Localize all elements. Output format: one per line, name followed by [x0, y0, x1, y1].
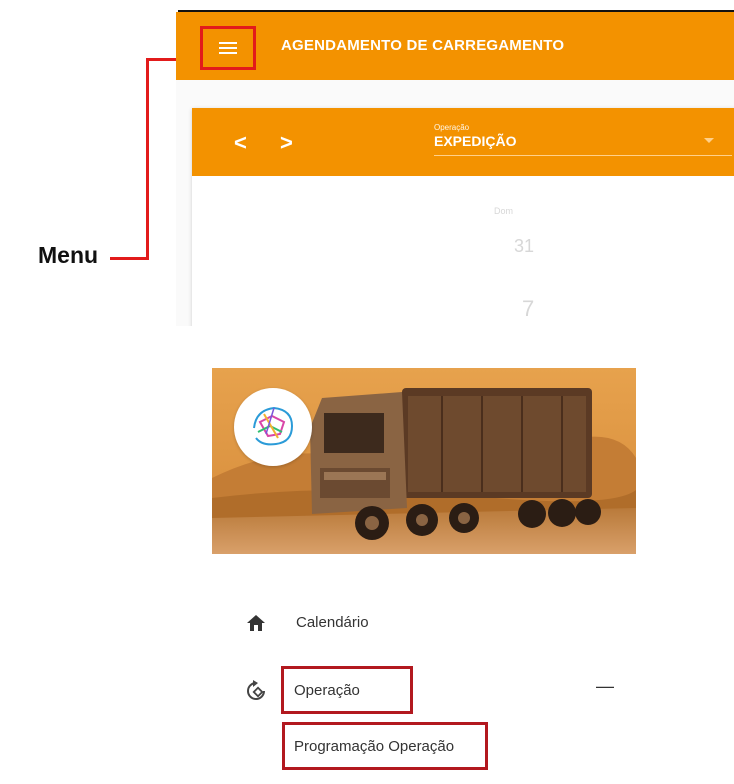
collapse-icon[interactable]: —: [596, 676, 614, 697]
top-fragment: [0, 0, 734, 12]
logo: [234, 388, 312, 466]
menu-button[interactable]: [200, 26, 256, 70]
app-screenshot: AGENDAMENTO DE CARREGAMENTO < > Operação…: [176, 12, 734, 326]
sidebar-subitem-programacao-operacao[interactable]: Programação Operação: [294, 738, 454, 755]
app-title: AGENDAMENTO DE CARREGAMENTO: [281, 37, 565, 54]
next-button[interactable]: >: [280, 130, 293, 156]
brain-logo-icon: [253, 406, 294, 446]
operation-select[interactable]: EXPEDIÇÃO: [434, 133, 516, 149]
prev-button[interactable]: <: [234, 130, 247, 156]
refresh-icon: [247, 680, 265, 700]
menu-annotation-label: Menu: [38, 242, 99, 268]
sidebar-item-operacao[interactable]: Operação: [294, 682, 360, 699]
home-icon: [247, 615, 265, 631]
hamburger-icon: [219, 42, 237, 54]
chevron-down-icon[interactable]: [704, 138, 714, 143]
sidebar-item-calendario[interactable]: Calendário: [296, 614, 369, 631]
annotation-line: [110, 257, 146, 260]
operation-underline: [434, 155, 732, 156]
annotation-line: [146, 58, 176, 61]
faded-day-label: Dom: [494, 206, 514, 216]
operation-label: Operação: [434, 123, 470, 132]
panel-header: < > Operação EXPEDIÇÃO: [192, 108, 734, 176]
faded-day-number: 31: [514, 236, 535, 256]
calendar-panel: < > Operação EXPEDIÇÃO Dom 31 7: [192, 108, 734, 326]
app-bar: AGENDAMENTO DE CARREGAMENTO: [176, 12, 734, 80]
annotation-line: [146, 58, 149, 260]
faded-day-number: 7: [522, 296, 535, 321]
